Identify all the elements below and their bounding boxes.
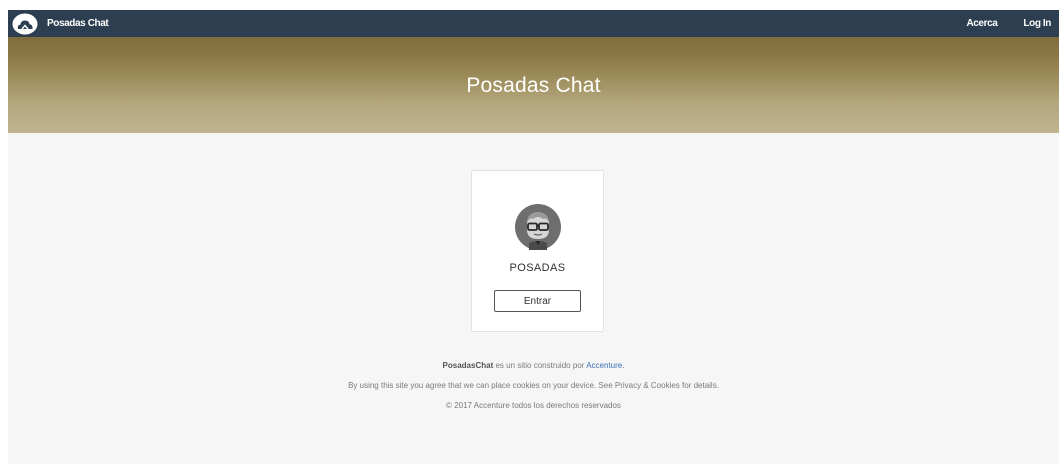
footer-built-by: PosadasChat es un sitio construido por A…	[8, 361, 1059, 381]
footer-site-name: PosadasChat	[442, 361, 494, 370]
cookies-notice: By using this site you agree that we can…	[348, 381, 719, 390]
nav-link-acerca[interactable]: Acerca	[966, 18, 997, 29]
footer: PosadasChat es un sitio construido por A…	[8, 361, 1059, 421]
nav-links: Acerca Log In	[940, 10, 1051, 37]
hero-banner: Posadas Chat	[8, 37, 1059, 133]
top-navbar: Posadas Chat Acerca Log In	[8, 10, 1059, 37]
enter-button[interactable]: Entrar	[494, 290, 581, 312]
hero-title: Posadas Chat	[466, 74, 601, 97]
brand-name: Posadas Chat	[47, 18, 109, 29]
copyright-text: © 2017 Accenture todos los derechos rese…	[446, 401, 621, 410]
cloud-logo-icon	[12, 13, 38, 34]
page: Posadas Chat Acerca Log In Posadas Chat …	[8, 10, 1059, 464]
footer-period: .	[622, 361, 625, 370]
nav-link-login[interactable]: Log In	[1023, 18, 1051, 29]
bot-card[interactable]: POSADAS Entrar	[471, 170, 604, 332]
brand-home-link[interactable]: Posadas Chat	[12, 10, 109, 37]
bot-name: POSADAS	[509, 262, 566, 274]
bot-avatar-icon	[515, 204, 561, 250]
accenture-link[interactable]: Accenture	[586, 361, 622, 370]
footer-built-by-text: es un sitio construido por	[493, 361, 587, 370]
